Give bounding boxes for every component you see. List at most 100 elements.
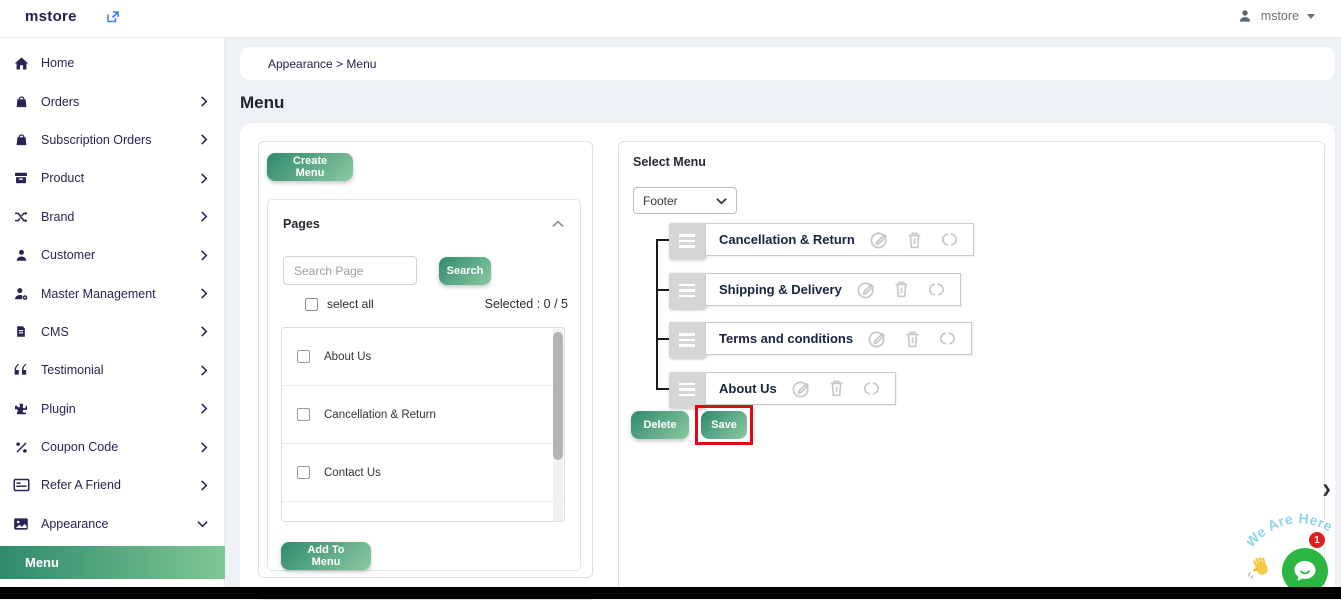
scrollbar-thumb[interactable] [553,332,563,460]
drag-handle[interactable] [669,273,705,309]
selected-menu-value: Footer [643,194,716,208]
chevron-down-icon [197,520,208,528]
sidebar-item-home[interactable]: Home [0,44,224,82]
home-icon [10,55,32,72]
save-button-highlight: Save [695,405,753,445]
page-row[interactable]: Shipping & Delivery [282,502,564,522]
chevron-right-icon [200,173,208,184]
document-icon [10,324,32,339]
page-checkbox[interactable] [297,350,310,363]
select-all-checkbox[interactable] [305,298,318,311]
sidebar-item-product[interactable]: Product [0,159,224,197]
shopping-bag-icon [10,94,32,109]
waving-hand-icon [1248,555,1274,581]
edit-icon[interactable] [856,279,877,300]
percent-icon [10,440,32,455]
menu-item-row: About Us [669,372,896,408]
person-icon [10,248,32,263]
sidebar-item-appearance[interactable]: Appearance [0,505,224,543]
unlink-icon[interactable] [939,229,960,250]
chat-badge: 1 [1307,530,1327,550]
page-title: Menu [240,93,284,113]
unlink-icon[interactable] [926,279,947,300]
menu-select[interactable]: Footer [633,187,737,214]
archive-box-icon [10,170,32,186]
page-checkbox[interactable] [297,408,310,421]
search-button[interactable]: Search [439,257,491,285]
search-page-input[interactable] [283,256,417,285]
unlink-icon[interactable] [861,378,882,399]
sidebar-item-orders[interactable]: Orders [0,82,224,120]
content-card: Create Menu Pages Search select all Sele… [240,123,1335,599]
tree-line [656,240,658,389]
page-row[interactable]: Contact Us [282,444,564,502]
sidebar-item-testimonial[interactable]: Testimonial [0,351,224,389]
page-checkbox[interactable] [297,466,310,479]
select-all-label: select all [327,297,374,311]
save-button[interactable]: Save [701,411,747,439]
page-row[interactable]: Cancellation & Return [282,386,564,444]
chevron-right-icon [200,403,208,414]
menu-item-row: Shipping & Delivery [669,273,961,309]
chevron-up-icon[interactable] [552,220,564,228]
edit-icon[interactable] [869,229,890,250]
delete-button[interactable]: Delete [631,411,689,439]
external-link-icon[interactable] [106,10,120,24]
sidebar: Home Orders Subscription Orders Product … [0,38,225,599]
user-menu[interactable]: mstore [1237,8,1315,24]
menu-item-label: Cancellation & Return [719,232,855,247]
sidebar-item-plugin[interactable]: Plugin [0,390,224,428]
trash-icon[interactable] [902,328,923,349]
page-row[interactable]: About Us [282,328,564,386]
sidebar-item-subscription-orders[interactable]: Subscription Orders [0,121,224,159]
unlink-icon[interactable] [937,328,958,349]
sidebar-item-master-management[interactable]: Master Management [0,274,224,312]
trash-icon[interactable] [904,229,925,250]
pages-section-title: Pages [283,217,552,231]
menu-item-label: About Us [719,381,777,396]
breadcrumb: Appearance > Menu [240,47,1335,80]
chevron-right-icon [200,288,208,299]
topbar: mstore mstore [0,0,1341,38]
shuffle-icon [10,209,32,225]
edit-icon[interactable] [867,328,888,349]
drag-handle[interactable] [669,322,705,358]
panel-expander-chevron[interactable]: ❯ [1322,483,1331,496]
menu-panel: Select Menu Footer Cancellation & Return [618,141,1325,599]
caret-down-icon [1307,14,1315,19]
menu-item-label: Terms and conditions [719,331,853,346]
create-menu-button[interactable]: Create Menu [267,153,353,181]
sidebar-item-menu-active[interactable]: Menu [0,546,225,579]
trash-icon[interactable] [891,279,912,300]
menu-item-label: Shipping & Delivery [719,282,842,297]
page-label: About Us [324,351,371,363]
quote-icon [10,363,32,377]
chat-widget: We Are Here 1 [1245,500,1341,599]
sidebar-item-brand[interactable]: Brand [0,198,224,236]
page-list: About Us Cancellation & Return Contact U… [281,327,565,522]
pages-box: Pages Search select all Selected : 0 / 5… [267,199,581,571]
chevron-right-icon [200,134,208,145]
sidebar-item-cms[interactable]: CMS [0,313,224,351]
drag-handle[interactable] [669,223,705,259]
page-label: Contact Us [324,467,381,479]
chevron-right-icon [200,442,208,453]
sidebar-item-refer-a-friend[interactable]: Refer A Friend [0,466,224,504]
chat-bubble-icon [1292,559,1318,583]
trash-icon[interactable] [826,378,847,399]
add-to-menu-button[interactable]: Add To Menu [281,542,371,570]
drag-handle[interactable] [669,372,705,408]
sidebar-item-coupon-code[interactable]: Coupon Code [0,428,224,466]
image-icon [10,517,32,531]
pages-panel: Create Menu Pages Search select all Sele… [258,141,593,578]
person-gear-icon [10,286,32,302]
edit-icon[interactable] [791,378,812,399]
selected-count: Selected : 0 / 5 [485,297,568,311]
menu-tree: Cancellation & Return Shipping & Deliver… [619,223,1326,413]
chat-arc-text: We Are Here [1247,502,1341,554]
sidebar-item-customer[interactable]: Customer [0,236,224,274]
chevron-right-icon [200,326,208,337]
menu-item-row: Cancellation & Return [669,223,974,259]
puzzle-icon [10,401,32,417]
chevron-right-icon [200,365,208,376]
